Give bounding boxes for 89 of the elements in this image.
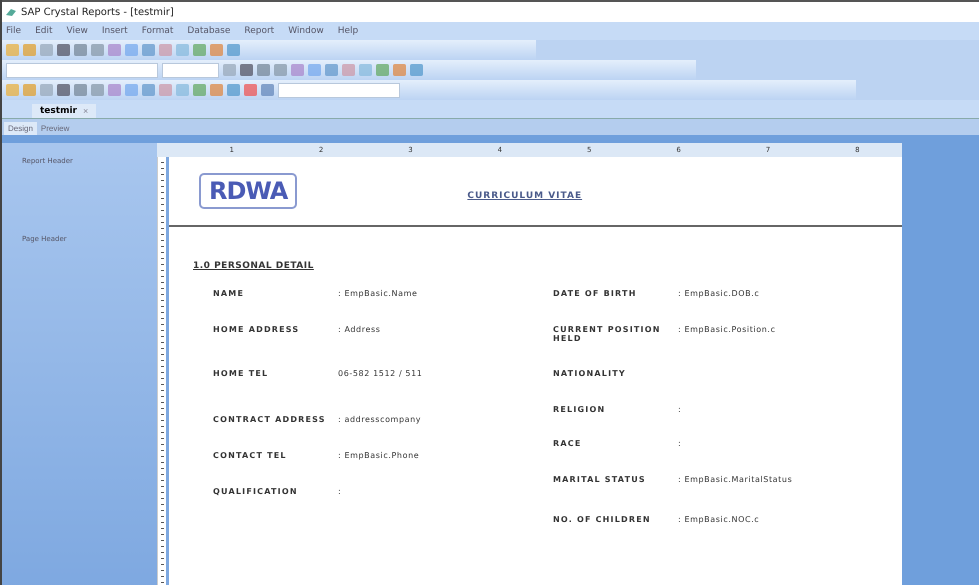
view-tab[interactable]: Design — [4, 122, 37, 135]
field-label: HOME TEL — [213, 369, 270, 380]
toolbar-button[interactable] — [261, 84, 274, 96]
menu-item[interactable]: Help — [338, 26, 358, 36]
toolbar-button[interactable] — [210, 44, 223, 56]
toolbar-button[interactable] — [6, 44, 19, 56]
field-label: QUALIFICATION — [213, 487, 299, 498]
menu-item[interactable]: Format — [142, 26, 174, 36]
close-tab-button[interactable]: × — [82, 106, 88, 116]
toolbar-button[interactable] — [57, 84, 70, 96]
field-value: : EmpBasic.Name — [338, 289, 418, 300]
field-value: : EmpBasic.Phone — [338, 451, 420, 462]
field-label: NO. OF CHILDREN — [553, 515, 652, 526]
toolbar-button[interactable] — [125, 44, 138, 56]
toolbar-button[interactable] — [240, 64, 253, 76]
section-heading: 1.0 PERSONAL DETAIL — [193, 261, 315, 271]
field-value: : EmpBasic.NOC.c — [678, 515, 760, 526]
font-name-field[interactable] — [6, 62, 158, 78]
menu-item[interactable]: Database — [187, 26, 230, 36]
toolbar-button[interactable] — [91, 44, 104, 56]
toolbar-button[interactable] — [210, 84, 223, 96]
field-value: : Address — [338, 325, 382, 336]
toolbar-button[interactable] — [6, 84, 19, 96]
field-value: 06-582 1512 / 511 — [338, 369, 424, 380]
toolbar-button[interactable] — [159, 44, 172, 56]
toolbar-button[interactable] — [325, 64, 338, 76]
field-value: : EmpBasic.MaritalStatus — [678, 475, 794, 486]
font-size-field[interactable] — [162, 62, 219, 78]
menu-item[interactable]: Edit — [35, 26, 52, 36]
field-label: CURRENT POSITION HELD — [553, 325, 662, 345]
toolbar-button[interactable] — [142, 84, 155, 96]
field-label: DATE OF BIRTH — [553, 289, 638, 300]
toolbar-button[interactable] — [142, 44, 155, 56]
document-tab-label[interactable]: testmir — [40, 106, 77, 116]
toolbar-button[interactable] — [176, 84, 189, 96]
toolbar-button[interactable] — [410, 64, 423, 76]
menu-item[interactable]: Insert — [102, 26, 128, 36]
field-label: CONTRACT ADDRESS — [213, 415, 327, 426]
view-tab[interactable]: Preview — [36, 122, 74, 135]
document-tab[interactable]: testmir × — [32, 104, 96, 118]
toolbar-button[interactable] — [359, 64, 372, 76]
toolbar-button[interactable] — [23, 44, 36, 56]
field-label: NATIONALITY — [553, 369, 627, 380]
toolbar-button[interactable] — [74, 44, 87, 56]
toolbar-button[interactable] — [108, 84, 121, 96]
toolbar-button[interactable] — [159, 84, 172, 96]
toolbar-button[interactable] — [308, 64, 321, 76]
toolbar-button[interactable] — [57, 44, 70, 56]
toolbar-button[interactable] — [91, 84, 104, 96]
menu-item[interactable]: Report — [244, 26, 274, 36]
window-title: SAP Crystal Reports - [testmir] — [21, 6, 174, 18]
field-value: : EmpBasic.Position.c — [678, 325, 777, 336]
toolbar-button[interactable] — [342, 64, 355, 76]
toolbar-button[interactable] — [176, 44, 189, 56]
report-title: CURRICULUM VITAE — [467, 190, 582, 201]
toolbar-button[interactable] — [291, 64, 304, 76]
toolbar-button[interactable] — [227, 84, 240, 96]
field-value: : — [678, 439, 682, 450]
toolbar-button[interactable] — [40, 84, 53, 96]
toolbar-button[interactable] — [23, 84, 36, 96]
menu-item[interactable]: View — [66, 26, 88, 36]
toolbar-button[interactable] — [257, 64, 270, 76]
toolbar-button[interactable] — [274, 64, 287, 76]
company-logo: RDWA — [199, 173, 298, 209]
field-value: : — [678, 405, 682, 416]
toolbar-button[interactable] — [193, 84, 206, 96]
toolbar-button[interactable] — [108, 44, 121, 56]
field-value: : addresscompany — [338, 415, 422, 426]
field-label: RACE — [553, 439, 582, 450]
field-label: HOME ADDRESS — [213, 325, 300, 336]
field-label: MARITAL STATUS — [553, 475, 647, 486]
toolbar-button[interactable] — [227, 44, 240, 56]
field-value: : EmpBasic.DOB.c — [678, 289, 760, 300]
toolbar-button[interactable] — [223, 64, 236, 76]
menu-item[interactable]: File — [6, 26, 22, 36]
toolbar-button[interactable] — [193, 44, 206, 56]
toolbar-button[interactable] — [393, 64, 406, 76]
field-label: NAME — [213, 289, 246, 300]
field-label: CONTACT TEL — [213, 451, 288, 462]
field-value: : — [338, 487, 342, 498]
menu-item[interactable]: Window — [288, 26, 324, 36]
toolbar-button[interactable] — [244, 84, 257, 96]
toolbar-button[interactable] — [40, 44, 53, 56]
toolbar-field[interactable] — [278, 82, 400, 98]
app-logo-icon — [6, 7, 16, 17]
toolbar-button[interactable] — [376, 64, 389, 76]
toolbar-button[interactable] — [74, 84, 87, 96]
toolbar-button[interactable] — [125, 84, 138, 96]
field-label: RELIGION — [553, 405, 606, 416]
